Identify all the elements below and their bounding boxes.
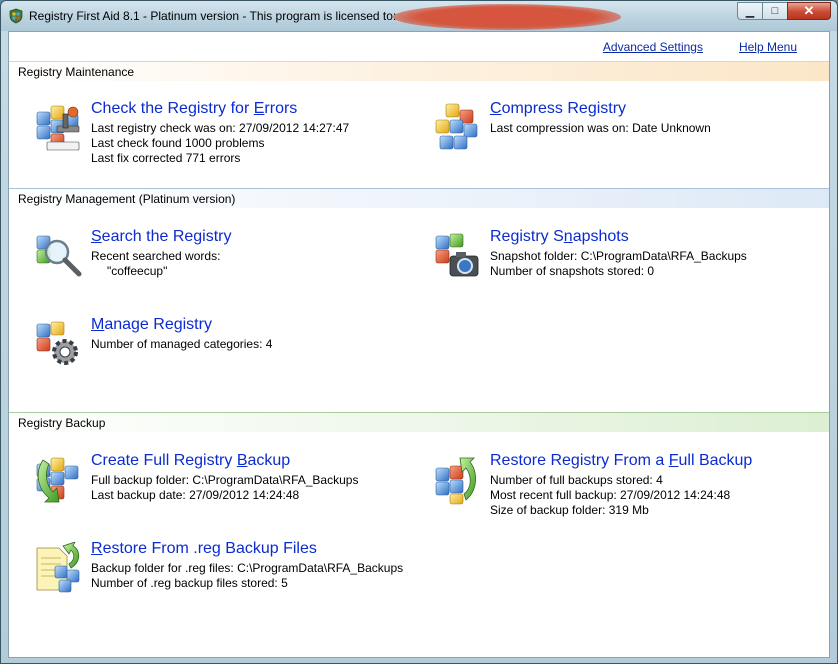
window-title: Registry First Aid 8.1 - Platinum versio… xyxy=(29,9,397,23)
backup-folder-size: Size of backup folder: 319 Mb xyxy=(490,503,649,517)
section-registry-maintenance: Registry Maintenance xyxy=(9,61,829,81)
gear-icon xyxy=(36,321,78,365)
help-menu-link[interactable]: Help Menu xyxy=(739,40,797,54)
full-backup-folder: Full backup folder: C:\ProgramData\RFA_B… xyxy=(91,473,359,487)
registry-check-icon xyxy=(36,105,80,151)
advanced-settings-link[interactable]: Advanced Settings xyxy=(603,40,703,54)
last-backup-date: Last backup date: 27/09/2012 14:24:48 xyxy=(91,488,300,502)
managed-categories-count: Number of managed categories: 4 xyxy=(91,337,273,351)
restore-arrow-icon xyxy=(435,457,476,505)
reg-file-icon xyxy=(36,542,80,593)
check-problems-found: Last check found 1000 problems xyxy=(91,136,265,150)
main-panel: Advanced Settings Help Menu Registry Mai… xyxy=(8,31,830,658)
restore-full-backup-link[interactable]: Restore Registry From a Full Backup xyxy=(490,451,752,471)
top-links: Advanced Settings Help Menu xyxy=(603,40,797,54)
recent-full-backup-date: Most recent full backup: 27/09/2012 14:2… xyxy=(490,488,731,502)
magnifier-icon xyxy=(36,235,82,277)
snapshots-count: Number of snapshots stored: 0 xyxy=(490,264,655,278)
maximize-button[interactable]: □ xyxy=(762,2,788,20)
search-registry-link[interactable]: Search the Registry xyxy=(91,227,232,247)
camera-icon xyxy=(435,233,479,277)
minimize-button[interactable]: ▁ xyxy=(737,2,763,20)
redaction-mark xyxy=(393,4,621,30)
registry-compress-icon xyxy=(435,103,478,150)
app-icon xyxy=(9,8,23,24)
backup-arrow-icon xyxy=(36,457,79,503)
full-backups-count: Number of full backups stored: 4 xyxy=(490,473,663,487)
restore-reg-files-link[interactable]: Restore From .reg Backup Files xyxy=(91,539,403,559)
reg-backup-files-count: Number of .reg backup files stored: 5 xyxy=(91,576,288,590)
manage-registry-link[interactable]: Manage Registry xyxy=(91,315,272,335)
check-errors-fixed: Last fix corrected 771 errors xyxy=(91,151,241,165)
close-button[interactable]: ✕ xyxy=(787,2,831,20)
search-recent-word: "coffeecup" xyxy=(107,264,168,278)
search-recent-label: Recent searched words: xyxy=(91,249,221,263)
check-registry-link[interactable]: Check the Registry for Errors xyxy=(91,99,349,119)
create-full-backup-link[interactable]: Create Full Registry Backup xyxy=(91,451,358,471)
reg-backup-folder: Backup folder for .reg files: C:\Program… xyxy=(91,561,404,575)
section-registry-management: Registry Management (Platinum version) xyxy=(9,188,829,208)
check-last-date: Last registry check was on: 27/09/2012 1… xyxy=(91,121,350,135)
window-controls: ▁ □ ✕ xyxy=(737,2,831,20)
snapshot-folder: Snapshot folder: C:\ProgramData\RFA_Back… xyxy=(490,249,747,263)
section-registry-backup: Registry Backup xyxy=(9,412,829,432)
registry-snapshots-link[interactable]: Registry Snapshots xyxy=(490,227,747,247)
compress-registry-link[interactable]: Compress Registry xyxy=(490,99,711,119)
app-window: Registry First Aid 8.1 - Platinum versio… xyxy=(0,0,838,664)
title-bar[interactable]: Registry First Aid 8.1 - Platinum versio… xyxy=(1,1,837,31)
compress-last-date: Last compression was on: Date Unknown xyxy=(490,121,711,135)
